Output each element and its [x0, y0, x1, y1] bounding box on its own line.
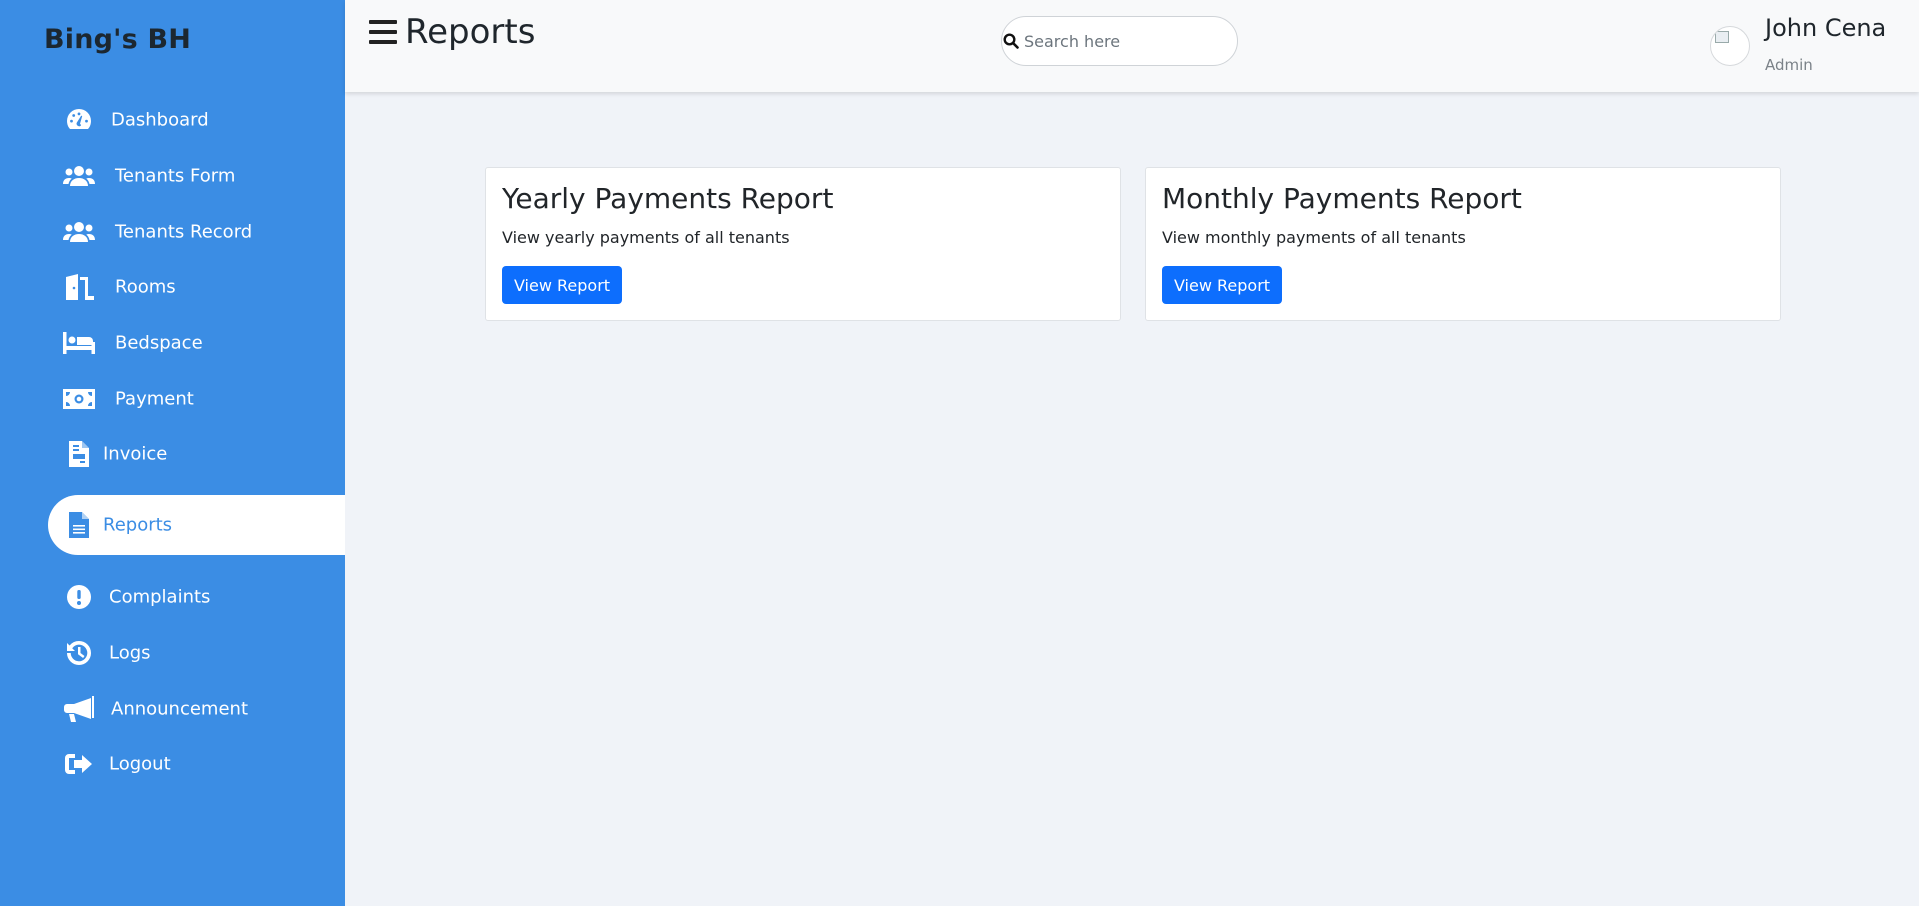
users-icon [63, 217, 95, 247]
exclamation-circle-icon [63, 582, 95, 612]
sidebar-item-reports[interactable]: Reports [48, 495, 345, 555]
top-navbar: Reports John Cena Admin [345, 0, 1919, 92]
view-yearly-report-button[interactable]: View Report [502, 266, 622, 304]
sidebar-item-label: Invoice [103, 443, 168, 465]
sidebar-item-label: Bedspace [115, 332, 203, 354]
money-bill-icon [63, 384, 95, 414]
user-role: Admin [1765, 56, 1813, 74]
sidebar: Bing's BH Dashboard Tenants Form Tenants… [0, 0, 345, 906]
sign-out-icon [63, 749, 95, 779]
sidebar-item-invoice[interactable]: Invoice [48, 426, 345, 482]
sidebar-item-rooms[interactable]: Rooms [48, 259, 345, 315]
avatar[interactable] [1710, 26, 1750, 66]
sidebar-item-tenants-record[interactable]: Tenants Record [48, 204, 345, 260]
sidebar-item-label: Announcement [111, 698, 249, 720]
monthly-report-card: Monthly Payments Report View monthly pay… [1145, 167, 1781, 321]
sidebar-item-label: Logs [109, 642, 151, 664]
invoice-icon [63, 439, 95, 469]
sidebar-item-label: Dashboard [111, 109, 209, 131]
bullhorn-icon [63, 694, 95, 724]
card-title: Monthly Payments Report [1162, 182, 1522, 215]
search-input[interactable] [1024, 27, 1224, 55]
file-icon [63, 510, 95, 540]
view-monthly-report-button[interactable]: View Report [1162, 266, 1282, 304]
sidebar-item-label: Tenants Record [115, 221, 253, 243]
bed-icon [63, 328, 95, 358]
sidebar-item-tenants-form[interactable]: Tenants Form [48, 148, 345, 204]
sidebar-item-complaints[interactable]: Complaints [48, 569, 345, 625]
broken-image-icon [1715, 31, 1729, 43]
sidebar-item-announcement[interactable]: Announcement [48, 681, 345, 737]
brand-logo[interactable]: Bing's BH [44, 24, 191, 55]
sidebar-item-label: Reports [103, 514, 173, 536]
sidebar-item-logout[interactable]: Logout [48, 736, 345, 792]
door-icon [63, 272, 95, 302]
gauge-icon [63, 105, 95, 135]
card-title: Yearly Payments Report [502, 182, 834, 215]
search-icon [1003, 33, 1019, 49]
sidebar-item-dashboard[interactable]: Dashboard [48, 92, 345, 148]
user-name: John Cena [1765, 14, 1887, 42]
yearly-report-card: Yearly Payments Report View yearly payme… [485, 167, 1121, 321]
page-title: Reports [405, 12, 536, 52]
sidebar-item-payment[interactable]: Payment [48, 371, 345, 427]
card-description: View monthly payments of all tenants [1162, 228, 1466, 247]
hamburger-menu-icon[interactable] [369, 20, 399, 48]
sidebar-item-label: Complaints [109, 586, 211, 608]
sidebar-item-bedspace[interactable]: Bedspace [48, 315, 345, 371]
sidebar-item-label: Logout [109, 753, 171, 775]
card-description: View yearly payments of all tenants [502, 228, 790, 247]
search-box[interactable] [1001, 16, 1238, 66]
sidebar-item-label: Tenants Form [115, 165, 236, 187]
users-icon [63, 161, 95, 191]
history-icon [63, 638, 95, 668]
sidebar-item-label: Rooms [115, 276, 176, 298]
sidebar-item-label: Payment [115, 388, 194, 410]
sidebar-item-logs[interactable]: Logs [48, 625, 345, 681]
